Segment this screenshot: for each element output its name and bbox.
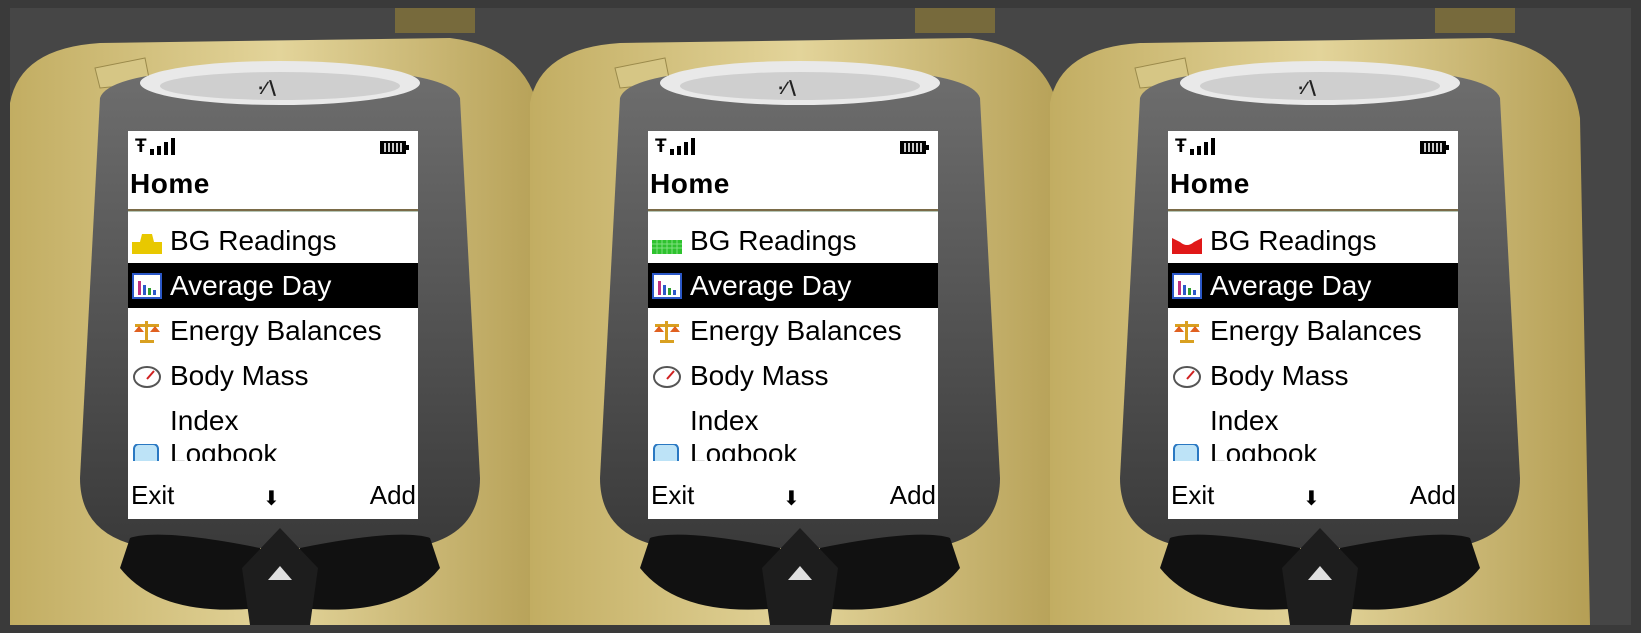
phone-screen: Ŧ Home BG Readings Average Day Energy Ba…	[1168, 131, 1458, 519]
phone-3: ∙∕∖ Ŧ Home BG Readings Average Day Energ…	[1050, 8, 1590, 625]
menu-item-energy-balances[interactable]: Energy Balances	[1168, 308, 1458, 353]
bar-chart-icon	[132, 273, 162, 299]
bg-status-red-icon	[1172, 238, 1202, 254]
add-softkey[interactable]: Add	[370, 477, 416, 513]
signal-bars-icon	[1190, 138, 1215, 155]
menu-item-label: BG Readings	[170, 225, 337, 256]
bar-chart-icon	[652, 273, 682, 299]
scroll-down-icon[interactable]: ⬇	[783, 481, 800, 517]
phone-screen: Ŧ Home BG Readings Average Day Energy Ba…	[648, 131, 938, 519]
status-bar: Ŧ	[128, 131, 418, 167]
menu-item-average-day[interactable]: Average Day	[648, 263, 938, 308]
menu-item-label: Body Mass	[690, 360, 829, 391]
logbook-icon	[1173, 444, 1199, 461]
menu-item-body-mass-index[interactable]: Body Mass	[128, 353, 418, 398]
divider	[1168, 211, 1458, 212]
menu-item-label: Logbook	[690, 444, 798, 461]
menu-item-label: Energy Balances	[170, 315, 382, 346]
menu-item-label: Body Mass	[1210, 360, 1349, 391]
menu-item-logbook[interactable]: Logbook	[1168, 444, 1458, 461]
menu-item-label: Average Day	[1210, 270, 1372, 301]
phone-screen: Ŧ Home BG Readings Average Day Energy Ba…	[128, 131, 418, 519]
menu-item-bg-readings[interactable]: BG Readings	[648, 218, 938, 263]
exit-softkey[interactable]: Exit	[131, 477, 174, 513]
menu-item-body-mass-index-cont[interactable]: Index	[128, 398, 418, 443]
menu-item-label: Energy Balances	[690, 315, 902, 346]
antenna-icon: Ŧ	[135, 136, 147, 157]
softkey-bar: Exit ⬇ Add	[1168, 477, 1458, 513]
menu-item-body-mass-index[interactable]: Body Mass	[1168, 353, 1458, 398]
menu-item-label: Index	[1210, 405, 1279, 436]
page-title: Home	[1170, 168, 1250, 199]
logbook-icon	[133, 444, 159, 461]
menu-item-label: Logbook	[1210, 444, 1318, 461]
page-title: Home	[650, 168, 730, 199]
divider	[648, 211, 938, 212]
menu-item-label: Energy Balances	[1210, 315, 1422, 346]
add-softkey[interactable]: Add	[890, 477, 936, 513]
gauge-icon	[653, 366, 681, 388]
menu-item-label: Index	[170, 405, 239, 436]
exit-softkey[interactable]: Exit	[1171, 477, 1214, 513]
menu-item-bg-readings[interactable]: BG Readings	[128, 218, 418, 263]
svg-text:∙∕∖: ∙∕∖	[1298, 78, 1317, 98]
antenna-icon: Ŧ	[655, 136, 667, 157]
home-menu: BG Readings Average Day Energy Balances …	[1168, 218, 1458, 443]
battery-icon	[1420, 141, 1449, 154]
screenshot-frame: ∙∕∖ Ŧ Home BG Readings Average Day Energ…	[10, 8, 1631, 625]
bg-status-yellow-icon	[132, 234, 162, 254]
signal-bars-icon	[670, 138, 695, 155]
scales-icon	[654, 321, 680, 343]
menu-item-label: Body Mass	[170, 360, 309, 391]
scales-icon	[134, 321, 160, 343]
svg-text:∙∕∖: ∙∕∖	[258, 78, 277, 98]
menu-item-body-mass-index-cont[interactable]: Index	[1168, 398, 1458, 443]
signal-bars-icon	[150, 138, 175, 155]
menu-item-logbook[interactable]: Logbook	[648, 444, 938, 461]
menu-item-label: Logbook	[170, 444, 278, 461]
menu-item-body-mass-index[interactable]: Body Mass	[648, 353, 938, 398]
battery-icon	[900, 141, 929, 154]
home-menu: BG Readings Average Day Energy Balances …	[648, 218, 938, 443]
gauge-icon	[133, 366, 161, 388]
menu-item-label: Average Day	[690, 270, 852, 301]
gauge-icon	[1173, 366, 1201, 388]
phone-2: ∙∕∖ Ŧ Home BG Readings Average Day Energ…	[530, 8, 1070, 625]
exit-softkey[interactable]: Exit	[651, 477, 694, 513]
home-menu: BG Readings Average Day Energy Balances …	[128, 218, 418, 443]
phone-1: ∙∕∖ Ŧ Home BG Readings Average Day Energ…	[10, 8, 550, 625]
softkey-bar: Exit ⬇ Add	[128, 477, 418, 513]
antenna-icon: Ŧ	[1175, 136, 1187, 157]
battery-icon	[380, 141, 409, 154]
scales-icon	[1174, 321, 1200, 343]
menu-item-label: Index	[690, 405, 759, 436]
add-softkey[interactable]: Add	[1410, 477, 1456, 513]
svg-text:∙∕∖: ∙∕∖	[778, 78, 797, 98]
menu-item-average-day[interactable]: Average Day	[1168, 263, 1458, 308]
menu-item-label: BG Readings	[1210, 225, 1377, 256]
menu-item-energy-balances[interactable]: Energy Balances	[648, 308, 938, 353]
menu-item-label: BG Readings	[690, 225, 857, 256]
bg-status-green-icon	[652, 240, 682, 254]
menu-item-logbook[interactable]: Logbook	[128, 444, 418, 461]
menu-item-energy-balances[interactable]: Energy Balances	[128, 308, 418, 353]
menu-item-body-mass-index-cont[interactable]: Index	[648, 398, 938, 443]
softkey-bar: Exit ⬇ Add	[648, 477, 938, 513]
divider	[128, 211, 418, 212]
logbook-icon	[653, 444, 679, 461]
status-bar: Ŧ	[648, 131, 938, 167]
menu-item-label: Average Day	[170, 270, 332, 301]
scroll-down-icon[interactable]: ⬇	[263, 481, 280, 517]
menu-item-average-day[interactable]: Average Day	[128, 263, 418, 308]
bar-chart-icon	[1172, 273, 1202, 299]
scroll-down-icon[interactable]: ⬇	[1303, 481, 1320, 517]
status-bar: Ŧ	[1168, 131, 1458, 167]
page-title: Home	[130, 168, 210, 199]
menu-item-bg-readings[interactable]: BG Readings	[1168, 218, 1458, 263]
